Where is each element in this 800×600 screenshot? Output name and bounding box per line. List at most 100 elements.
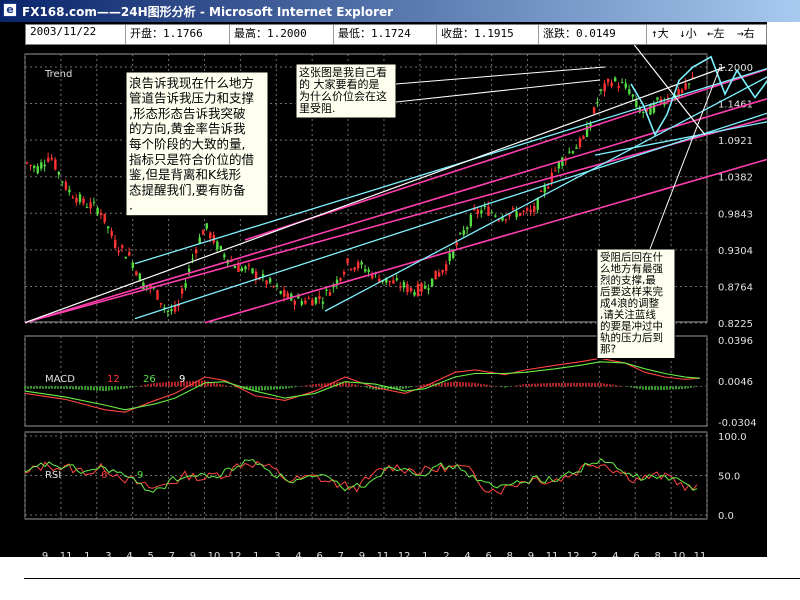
candle-body — [571, 151, 575, 154]
candle-body — [209, 232, 212, 239]
panel-label-macd: MACD — [45, 374, 75, 385]
y-tick-label: 0.8225 — [718, 319, 753, 330]
low-cell: 最低：1.1724 — [334, 25, 437, 44]
x-tick-label: 11 — [377, 551, 390, 557]
candle-body — [240, 267, 244, 271]
candle-body — [617, 85, 620, 88]
candle-body — [307, 298, 311, 300]
x-tick-label: 2 — [591, 551, 597, 557]
candle-body — [423, 285, 427, 289]
candle-body — [279, 291, 282, 294]
candle-body — [247, 264, 251, 266]
x-tick-label: 6 — [316, 551, 322, 557]
candle-body — [191, 258, 194, 260]
candle-body — [99, 212, 103, 216]
annotation-left-line: 管道告诉我压力和支撑 — [129, 91, 255, 106]
candle-body — [575, 147, 578, 149]
x-tick-label: 3 — [274, 551, 280, 557]
candle-body — [237, 264, 240, 272]
x-tick-label: 11 — [60, 551, 73, 557]
candle-body — [504, 219, 508, 221]
candle-body — [47, 157, 50, 162]
candle-body — [360, 261, 363, 265]
candle-body — [216, 241, 219, 250]
candle-body — [78, 194, 82, 203]
candle-body — [40, 162, 43, 169]
candle-body — [554, 170, 557, 172]
candle-body — [219, 245, 223, 250]
candle-body — [476, 209, 480, 214]
x-tick-label: 8 — [507, 551, 513, 557]
annotation-left-line: . — [129, 198, 133, 213]
macd-tick-label: -0.0304 — [718, 418, 757, 429]
candle-body — [159, 303, 163, 305]
candle-body — [624, 83, 627, 88]
x-tick-label: 11 — [546, 551, 559, 557]
candle-body — [286, 293, 289, 299]
zoom-in-button[interactable]: ↑大 — [651, 25, 669, 44]
candle-body — [490, 212, 494, 214]
candle-body — [459, 233, 462, 235]
bottom-divider — [24, 578, 800, 579]
candle-body — [321, 301, 325, 304]
candle-body — [684, 83, 687, 90]
annotation-left-line: 浪告诉我现在什么地方 — [129, 75, 254, 90]
candle-body — [325, 289, 328, 291]
x-tick-label: 9 — [359, 551, 365, 557]
candle-body — [85, 207, 89, 209]
x-tick-label: 4 — [295, 551, 301, 557]
x-tick-label: 9 — [528, 551, 534, 557]
candle-body — [92, 201, 96, 203]
annotation-left-line: 态提醒我们,要有防备 — [129, 182, 246, 197]
candle-body — [469, 214, 473, 227]
candle-body — [75, 198, 78, 203]
candle-body — [33, 165, 36, 169]
zoom-out-button[interactable]: ↓小 — [679, 25, 697, 44]
rsi-param-9: 9 — [137, 470, 143, 481]
candle-body — [487, 206, 490, 216]
annotation-left-line: 指标只是符合价位的借 — [129, 152, 255, 167]
x-tick-label: 1 — [84, 551, 90, 557]
high-cell: 最高：1.2000 — [230, 25, 334, 44]
change-cell: 涨跌：0.0149 — [539, 25, 647, 44]
x-tick-label: 11 — [694, 551, 707, 557]
candle-body — [318, 296, 321, 300]
candle-body — [36, 166, 39, 174]
candle-body — [304, 300, 307, 304]
candle-body — [254, 271, 258, 279]
candle-body — [339, 278, 342, 281]
candle-body — [265, 280, 268, 285]
candle-body — [582, 136, 585, 139]
scroll-left-button[interactable]: ←左 — [707, 25, 725, 44]
close-cell: 收盘：1.1915 — [437, 25, 539, 44]
candle-body — [89, 202, 92, 209]
candle-body — [599, 89, 603, 91]
candle-body — [367, 269, 370, 272]
x-tick-label: 12 — [398, 551, 411, 557]
y-tick-label: 0.9843 — [718, 209, 753, 220]
candle-body — [166, 310, 170, 313]
candle-body — [395, 278, 399, 281]
rsi-tick-label: 50.0 — [718, 472, 740, 483]
candle-body — [388, 280, 392, 283]
candle-body — [170, 309, 173, 312]
candle-body — [462, 230, 466, 235]
candle-body — [536, 197, 539, 210]
candle-body — [445, 264, 448, 271]
candle-body — [128, 252, 131, 256]
candle-body — [300, 301, 304, 305]
candle-body — [61, 181, 64, 183]
candle-body — [26, 162, 29, 164]
candle-body — [547, 186, 550, 189]
x-tick-label: 3 — [105, 551, 111, 557]
candle-body — [71, 197, 75, 199]
scroll-right-button[interactable]: →右 — [737, 25, 755, 44]
candle-body — [466, 227, 469, 230]
annotation-left-line: 鉴,但是背离和K线形 — [129, 167, 242, 182]
date-cell: 2003/11/22 — [26, 25, 126, 44]
annotation-right-line: 烈的支撑,最 — [600, 274, 656, 287]
candle-body — [106, 226, 110, 229]
candle-body — [311, 299, 314, 306]
candle-body — [529, 209, 532, 212]
candle-body — [691, 76, 694, 78]
